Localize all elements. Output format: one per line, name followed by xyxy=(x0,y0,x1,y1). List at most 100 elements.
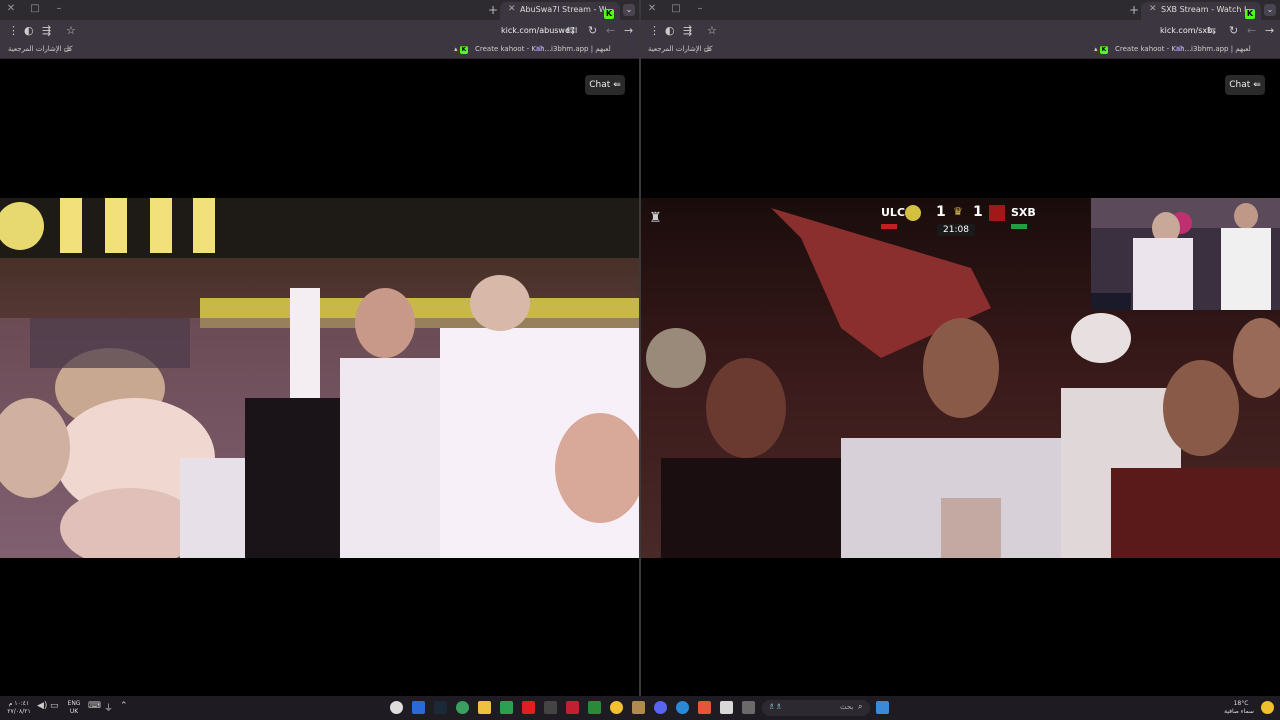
settings-icon[interactable] xyxy=(390,701,403,714)
steam-icon[interactable] xyxy=(434,701,447,714)
new-tab-button[interactable]: + xyxy=(1129,3,1139,17)
steam-alt-icon[interactable] xyxy=(544,701,557,714)
game-icon[interactable] xyxy=(456,701,469,714)
weather-desc: سماء صافية xyxy=(1224,708,1254,715)
video-player[interactable]: ♜ ULC 1 ♛ 1 SXB 21:08 xyxy=(641,198,1280,558)
extensions-icon[interactable]: ⇶ xyxy=(683,24,692,37)
office-icon[interactable] xyxy=(698,701,711,714)
language-top[interactable]: ENG xyxy=(66,700,82,707)
kick-favicon-icon: K xyxy=(460,46,468,54)
bookmark-i3bhm[interactable]: i3bhm.app | لعبهم xyxy=(551,45,611,53)
minimize-window-icon[interactable]: – xyxy=(52,3,66,14)
title-bar: ✕ □ – + ✕ AbuSwa7l Stream - Watch Live o… xyxy=(0,0,640,20)
notepad-icon[interactable] xyxy=(720,701,733,714)
close-window-icon[interactable]: ✕ xyxy=(4,3,18,14)
windows-start-icon[interactable] xyxy=(876,701,889,714)
team-left-flag xyxy=(881,224,897,229)
chat-collapse-icon: ⇚ xyxy=(613,80,621,90)
app-red-icon[interactable] xyxy=(566,701,579,714)
bookmark-divider: ▴ xyxy=(454,45,458,53)
close-window-icon[interactable]: ✕ xyxy=(645,3,659,14)
forward-icon[interactable]: ← xyxy=(1247,24,1256,37)
bookmark-all[interactable]: كل الإشارات المرجعية xyxy=(8,45,73,53)
match-clock: 21:08 xyxy=(937,224,975,236)
keyboard-icon[interactable]: ⌨ xyxy=(88,701,101,711)
chat-toggle-button[interactable]: Chat ⇚ xyxy=(585,75,625,95)
chat-collapse-icon: ⇚ xyxy=(1253,80,1261,90)
bookmark-star-icon[interactable]: ☆ xyxy=(707,24,717,37)
new-tab-button[interactable]: + xyxy=(488,3,498,17)
scoreboard: ULC 1 ♛ 1 SXB 21:08 xyxy=(879,204,1039,236)
chat-label: Chat xyxy=(589,80,611,90)
score-row: ULC 1 ♛ 1 SXB xyxy=(879,204,1039,222)
volume-icon[interactable]: ◀) xyxy=(37,701,47,711)
address-bar[interactable]: kick.com/sxb xyxy=(1160,26,1212,35)
profile-avatar-icon[interactable]: ◐ xyxy=(665,24,675,37)
taskbar-search[interactable]: ⌕ بحث ♗♗ xyxy=(762,700,870,716)
folder-icon: ▭ xyxy=(64,45,71,53)
broadcaster-logo-icon: ♜ xyxy=(649,210,662,226)
folder-icon: ▭ xyxy=(704,45,711,53)
maximize-window-icon[interactable]: □ xyxy=(669,3,683,14)
tab-search-icon[interactable]: ⌄ xyxy=(1264,4,1276,16)
back-icon[interactable]: → xyxy=(624,24,633,37)
kick-favicon-icon: K xyxy=(604,9,614,19)
tab-title: AbuSwa7l Stream - Watch Live on Kick xyxy=(520,5,606,14)
reload-icon[interactable]: ↻ xyxy=(588,24,597,37)
app-green-icon[interactable] xyxy=(500,701,513,714)
team-right-flag xyxy=(1011,224,1027,229)
extensions-icon[interactable]: ⇶ xyxy=(42,24,51,37)
calculator-icon[interactable] xyxy=(412,701,425,714)
file-explorer-icon[interactable] xyxy=(478,701,491,714)
chat-label: Chat xyxy=(1229,80,1251,90)
team-right-score: 1 xyxy=(973,204,983,220)
forward-icon[interactable]: ← xyxy=(606,24,615,37)
tab-close-icon[interactable]: ✕ xyxy=(508,4,516,14)
weather-moon-icon[interactable] xyxy=(1261,701,1274,714)
clock-date[interactable]: ٢٧/٠٨/٢١ xyxy=(4,708,34,715)
network-icon[interactable]: ▭ xyxy=(50,701,59,711)
discord-icon[interactable] xyxy=(654,701,667,714)
menu-kebab-icon[interactable]: ⋮ xyxy=(649,24,660,37)
search-icon: ⌕ xyxy=(858,702,863,711)
back-icon[interactable]: → xyxy=(1265,24,1274,37)
site-settings-icon[interactable]: ⇆ xyxy=(1207,24,1216,37)
menu-kebab-icon[interactable]: ⋮ xyxy=(8,24,19,37)
tab-close-icon[interactable]: ✕ xyxy=(1149,4,1157,14)
clock-time[interactable]: ١٠:٤١ م xyxy=(4,700,34,707)
kahoot-icon: K! xyxy=(536,45,544,53)
language-bottom[interactable]: UK xyxy=(66,708,82,715)
task-view-icon[interactable] xyxy=(742,701,755,714)
xbox-icon[interactable] xyxy=(588,701,601,714)
bookmark-all[interactable]: كل الإشارات المرجعية xyxy=(648,45,713,53)
chrome-icon[interactable] xyxy=(610,701,623,714)
toolbar: ⋮ ◐ ⇶ ☆ kick.com/sxb ⇆ ↻ ← → xyxy=(641,20,1280,42)
youtube-icon[interactable] xyxy=(522,701,535,714)
show-hidden-icons[interactable]: ⌃ xyxy=(120,701,128,711)
app-icon[interactable] xyxy=(632,701,645,714)
site-settings-icon[interactable]: ⇆ xyxy=(566,24,575,37)
team-left-score: 1 xyxy=(936,204,946,220)
team-left-logo-icon xyxy=(905,205,921,221)
kahoot-icon: K! xyxy=(1176,45,1184,53)
taskbar: 18°C سماء صافية ⌕ بحث ♗♗ ⌃ ⏚ ⌨ ENG UK ▭ … xyxy=(0,696,1280,720)
reload-icon[interactable]: ↻ xyxy=(1229,24,1238,37)
tab-search-icon[interactable]: ⌄ xyxy=(623,4,635,16)
profile-avatar-icon[interactable]: ◐ xyxy=(24,24,34,37)
microphone-icon[interactable]: ⏚ xyxy=(104,701,113,714)
browser-window-left: ✕ □ – + ✕ AbuSwa7l Stream - Watch Live o… xyxy=(0,0,640,696)
title-bar: ✕ □ – + ✕ SXB Stream - Watch Live on Kic… xyxy=(641,0,1280,20)
browser-window-right: ✕ □ – + ✕ SXB Stream - Watch Live on Kic… xyxy=(641,0,1280,696)
bookmark-star-icon[interactable]: ☆ xyxy=(66,24,76,37)
team-right-logo-icon xyxy=(989,205,1005,221)
tab-active[interactable]: ✕ SXB Stream - Watch Live on Kick K xyxy=(1141,2,1261,20)
tab-title: SXB Stream - Watch Live on Kick xyxy=(1161,5,1247,14)
video-player[interactable] xyxy=(0,198,640,558)
team-right-name: SXB xyxy=(1011,206,1036,219)
edge-icon[interactable] xyxy=(676,701,689,714)
maximize-window-icon[interactable]: □ xyxy=(28,3,42,14)
bookmark-i3bhm[interactable]: i3bhm.app | لعبهم xyxy=(1191,45,1251,53)
tab-active[interactable]: ✕ AbuSwa7l Stream - Watch Live on Kick K xyxy=(500,2,620,20)
minimize-window-icon[interactable]: – xyxy=(693,3,707,14)
chat-toggle-button[interactable]: Chat ⇚ xyxy=(1225,75,1265,95)
